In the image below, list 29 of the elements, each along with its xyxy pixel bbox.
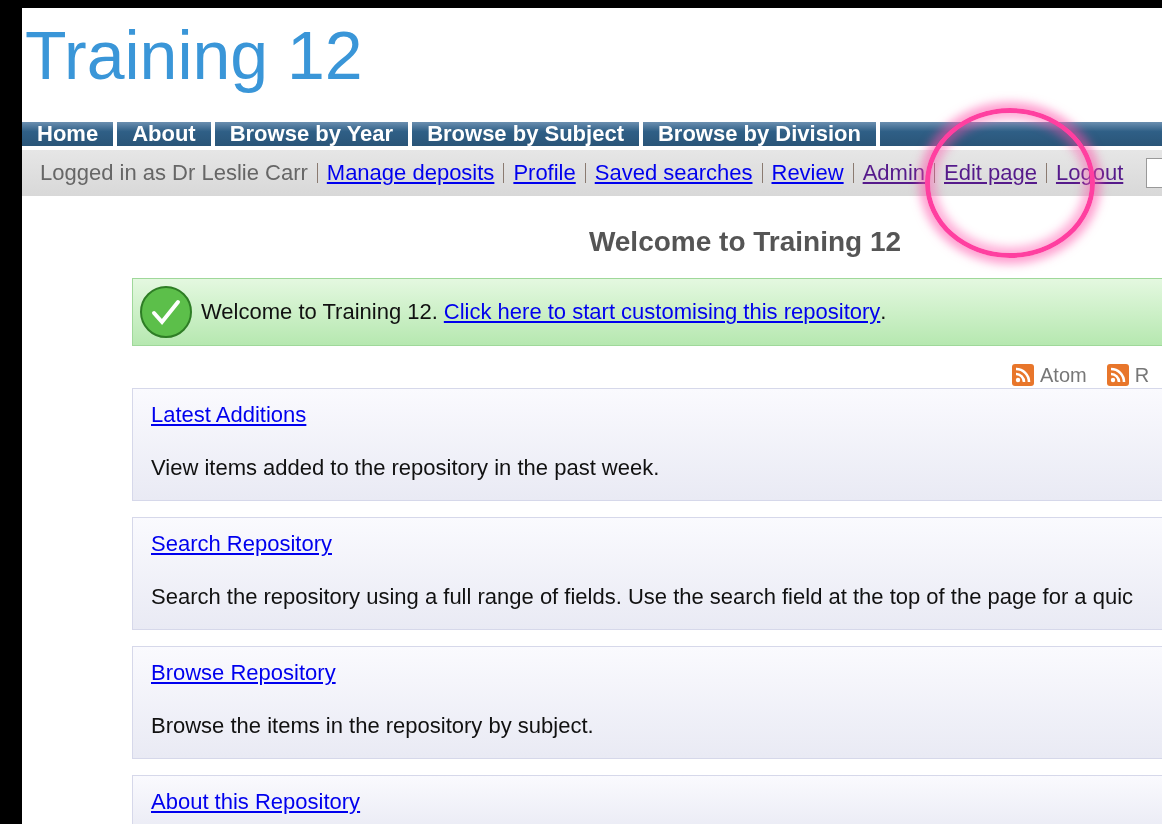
login-link[interactable]: Saved searches — [594, 160, 753, 186]
customise-link[interactable]: Click here to start customising this repository — [443, 299, 881, 324]
login-link[interactable]: Edit page — [944, 160, 1037, 186]
login-link[interactable]: Profile — [513, 160, 576, 186]
checkmark-icon — [139, 285, 193, 339]
nav-tab[interactable]: Browse by Division — [642, 122, 876, 146]
site-title: Training 12 — [24, 16, 364, 95]
section-link[interactable]: Latest Additions — [151, 402, 307, 427]
section-description: Search the repository using a full range of fields. Use the search field at the top of the page for a quic — [151, 584, 1135, 610]
login-link[interactable]: Admin — [862, 160, 925, 186]
login-link[interactable]: Review — [771, 160, 844, 186]
nav-tab[interactable]: Browse by Year — [214, 122, 409, 146]
feed-label[interactable]: Atom — [1040, 363, 1087, 387]
rss-feed-icon[interactable] — [1012, 364, 1034, 386]
feed-label[interactable]: R — [1134, 363, 1150, 387]
message-text: Welcome to Training 12. — [201, 299, 438, 325]
section-link[interactable]: Search Repository — [151, 531, 332, 556]
nav-tab[interactable]: About — [117, 122, 211, 146]
section-description: Browse the items in the repository by subject. — [151, 713, 595, 739]
section-description: View items added to the repository in the past week. — [151, 455, 661, 481]
section-link[interactable]: About this Repository — [151, 789, 361, 814]
nav-tab[interactable]: Home — [22, 122, 114, 146]
login-link[interactable]: Manage deposits — [326, 160, 495, 186]
message-suffix: . — [880, 299, 887, 325]
nav-tab[interactable]: Browse by Subject — [412, 122, 639, 146]
section-link[interactable]: Browse Repository — [151, 660, 336, 685]
login-status: Logged in as Dr Leslie Carr — [40, 160, 308, 186]
rss-feed-icon[interactable] — [1106, 364, 1129, 386]
page-heading: Welcome to Training 12 — [587, 225, 903, 259]
